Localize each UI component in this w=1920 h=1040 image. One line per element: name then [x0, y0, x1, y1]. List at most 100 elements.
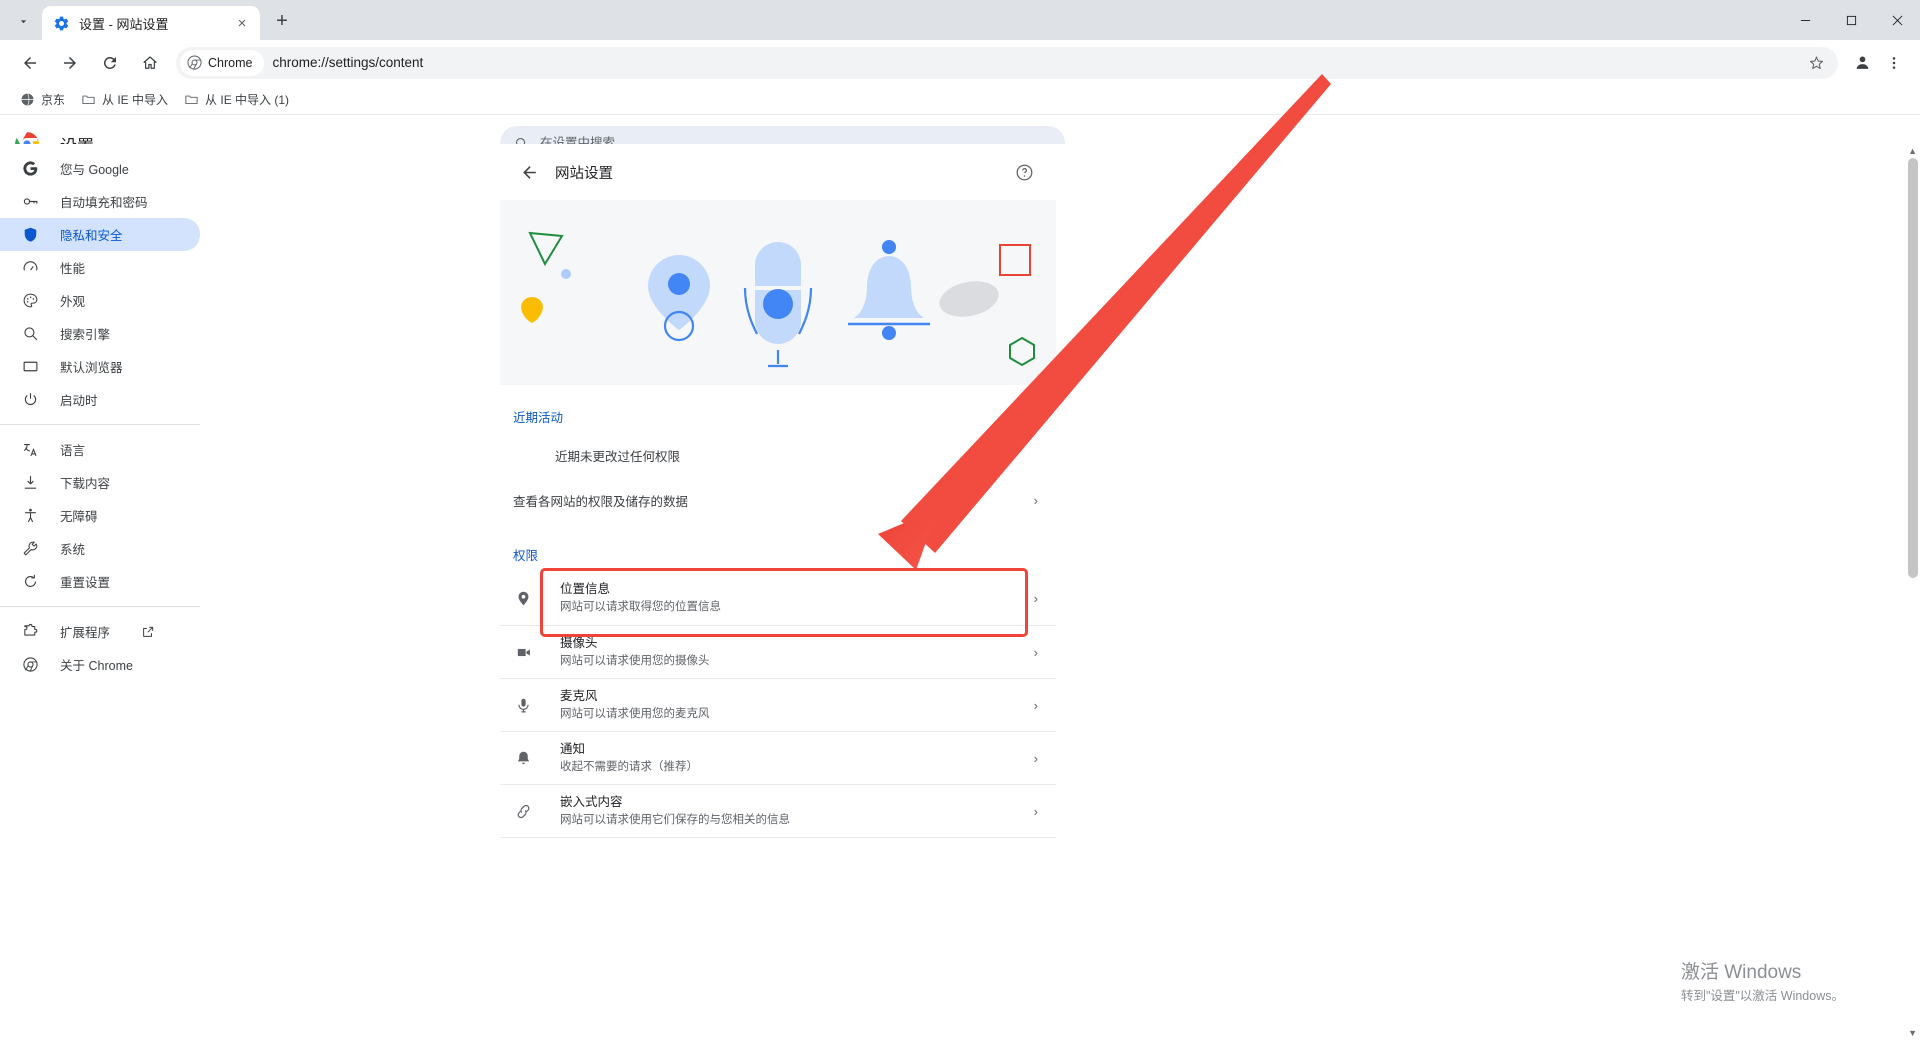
- sidebar-item-performance[interactable]: 性能: [0, 251, 200, 284]
- permission-row-location[interactable]: 位置信息 网站可以请求取得您的位置信息 ›: [500, 572, 1056, 625]
- globe-icon: [21, 93, 34, 106]
- minimize-icon: [1800, 19, 1810, 21]
- permission-row-partial[interactable]: [500, 837, 1056, 890]
- sidebar-item-extensions[interactable]: 扩展程序: [0, 615, 200, 648]
- browser-toolbar: Chrome chrome://settings/content: [0, 40, 1920, 85]
- permission-description: 收起不需要的请求（推荐）: [560, 760, 698, 773]
- browser-window-icon: [20, 357, 40, 377]
- bookmark-folder[interactable]: 从 IE 中导入: [73, 88, 176, 112]
- translate-icon: [20, 440, 40, 460]
- sidebar-item-label: 隐私和安全: [60, 229, 123, 243]
- permission-description: 网站可以请求使用您的摄像头: [560, 654, 710, 667]
- home-button[interactable]: [134, 47, 166, 79]
- search-icon: [20, 324, 40, 344]
- url-text[interactable]: chrome://settings/content: [272, 55, 1800, 70]
- permission-text: 摄像头 网站可以请求使用您的摄像头: [560, 635, 1034, 670]
- microphone-icon: [513, 695, 533, 715]
- power-icon: [20, 390, 40, 410]
- maximize-icon: [1846, 15, 1856, 25]
- sidebar-item-label: 搜索引擎: [60, 328, 111, 342]
- sidebar-item-label: 语言: [60, 444, 86, 458]
- sidebar-item-appearance[interactable]: 外观: [0, 284, 200, 317]
- sidebar-item-label: 默认浏览器: [60, 361, 123, 375]
- sidebar-item-about-chrome[interactable]: 关于 Chrome: [0, 648, 200, 681]
- scroll-up-arrow-icon[interactable]: ▲: [1908, 146, 1917, 156]
- chevron-right-icon: ›: [1033, 803, 1038, 819]
- chevron-right-icon: ›: [1033, 697, 1038, 713]
- scroll-down-arrow-icon[interactable]: ▼: [1908, 1028, 1917, 1038]
- bell-top-dot: [882, 240, 896, 254]
- tab-close-button[interactable]: ×: [232, 13, 252, 33]
- recent-activity-label: 近期活动: [513, 411, 564, 425]
- shield-icon: [20, 225, 40, 245]
- site-settings-card: 网站设置 近期活动 近期未更改过任何权限 查看各网站的权限及储存的数据 › 权限…: [500, 144, 1056, 890]
- address-bar[interactable]: Chrome chrome://settings/content: [176, 46, 1838, 79]
- forward-arrow-icon: [64, 56, 76, 69]
- bookmarks-bar: 京东 从 IE 中导入 从 IE 中导入 (1): [0, 85, 1920, 115]
- sidebar-item-accessibility[interactable]: 无障碍: [0, 499, 200, 532]
- sidebar-item-you-and-google[interactable]: 您与 Google: [0, 152, 200, 185]
- sidebar-item-reset-settings[interactable]: 重置设置: [0, 565, 200, 598]
- chevron-right-icon: ›: [1033, 644, 1038, 660]
- reload-button[interactable]: [94, 47, 126, 79]
- browser-tab[interactable]: 设置 - 网站设置 ×: [42, 6, 260, 40]
- sidebar-item-autofill[interactable]: 自动填充和密码: [0, 185, 200, 218]
- bookmark-label: 京东: [41, 93, 66, 107]
- chevron-right-icon: ›: [1033, 492, 1038, 508]
- minimize-button[interactable]: [1782, 0, 1828, 40]
- permission-row-notifications[interactable]: 通知 收起不需要的请求（推荐） ›: [500, 731, 1056, 784]
- bookmark-label: 从 IE 中导入 (1): [205, 93, 290, 107]
- view-site-permissions-row[interactable]: 查看各网站的权限及储存的数据 ›: [500, 477, 1056, 523]
- page-scrollbar[interactable]: ▲ ▼: [1905, 144, 1920, 1040]
- new-tab-button[interactable]: +: [267, 6, 297, 36]
- accessibility-icon: [20, 506, 40, 526]
- back-arrow-icon: [522, 165, 536, 179]
- profile-avatar-button[interactable]: [1846, 47, 1878, 79]
- permission-row-microphone[interactable]: 麦克风 网站可以请求使用您的麦克风 ›: [500, 678, 1056, 731]
- bookmark-folder[interactable]: 从 IE 中导入 (1): [176, 88, 297, 112]
- permission-title: 通知: [560, 741, 586, 756]
- tab-search-button[interactable]: [6, 7, 40, 35]
- site-settings-illustration: [500, 200, 1056, 385]
- sidebar-item-languages[interactable]: 语言: [0, 433, 200, 466]
- chevron-down-icon: [20, 19, 26, 23]
- forward-button[interactable]: [54, 47, 86, 79]
- close-window-button[interactable]: [1874, 0, 1920, 40]
- sidebar-item-label: 外观: [60, 295, 86, 309]
- sidebar-item-default-browser[interactable]: 默认浏览器: [0, 350, 200, 383]
- tab-strip: 设置 - 网站设置 × +: [0, 0, 1920, 40]
- sidebar-item-on-startup[interactable]: 启动时: [0, 383, 200, 416]
- sidebar-item-downloads[interactable]: 下载内容: [0, 466, 200, 499]
- download-icon: [20, 473, 40, 493]
- sidebar-item-label: 性能: [60, 262, 86, 276]
- permission-title: 摄像头: [560, 635, 598, 650]
- settings-content: 网站设置 近期活动 近期未更改过任何权限 查看各网站的权限及储存的数据 › 权限…: [500, 144, 1904, 1040]
- page-title: 网站设置: [555, 165, 613, 182]
- permission-text: 麦克风 网站可以请求使用您的麦克风: [560, 688, 1034, 723]
- sidebar-item-label: 启动时: [60, 394, 98, 408]
- back-arrow-icon: [24, 56, 36, 69]
- page-back-button[interactable]: [512, 155, 546, 189]
- sidebar-item-privacy-security[interactable]: 隐私和安全: [0, 218, 200, 251]
- scrollbar-thumb[interactable]: [1908, 158, 1918, 578]
- maximize-button[interactable]: [1828, 0, 1874, 40]
- sidebar-item-search-engine[interactable]: 搜索引擎: [0, 317, 200, 350]
- sidebar-item-label: 自动填充和密码: [60, 196, 148, 210]
- browser-menu-button[interactable]: [1878, 47, 1910, 79]
- chevron-right-icon: ›: [1033, 750, 1038, 766]
- back-button[interactable]: [14, 47, 46, 79]
- permission-title: 麦克风: [560, 688, 598, 703]
- sidebar-item-system[interactable]: 系统: [0, 532, 200, 565]
- bookmark-star-icon[interactable]: [1800, 47, 1832, 79]
- bell-icon: [513, 748, 533, 768]
- key-icon: [20, 192, 40, 212]
- wrench-icon: [20, 539, 40, 559]
- permission-text: 嵌入式内容 网站可以请求使用它们保存的与您相关的信息: [560, 794, 1034, 829]
- help-button[interactable]: [1010, 158, 1038, 186]
- sidebar-item-label: 下载内容: [60, 477, 111, 491]
- bookmark-item[interactable]: 京东: [12, 88, 73, 112]
- close-icon: [1892, 15, 1902, 25]
- palette-icon: [20, 291, 40, 311]
- permission-row-embedded-content[interactable]: 嵌入式内容 网站可以请求使用它们保存的与您相关的信息 ›: [500, 784, 1056, 837]
- permission-row-camera[interactable]: 摄像头 网站可以请求使用您的摄像头 ›: [500, 625, 1056, 678]
